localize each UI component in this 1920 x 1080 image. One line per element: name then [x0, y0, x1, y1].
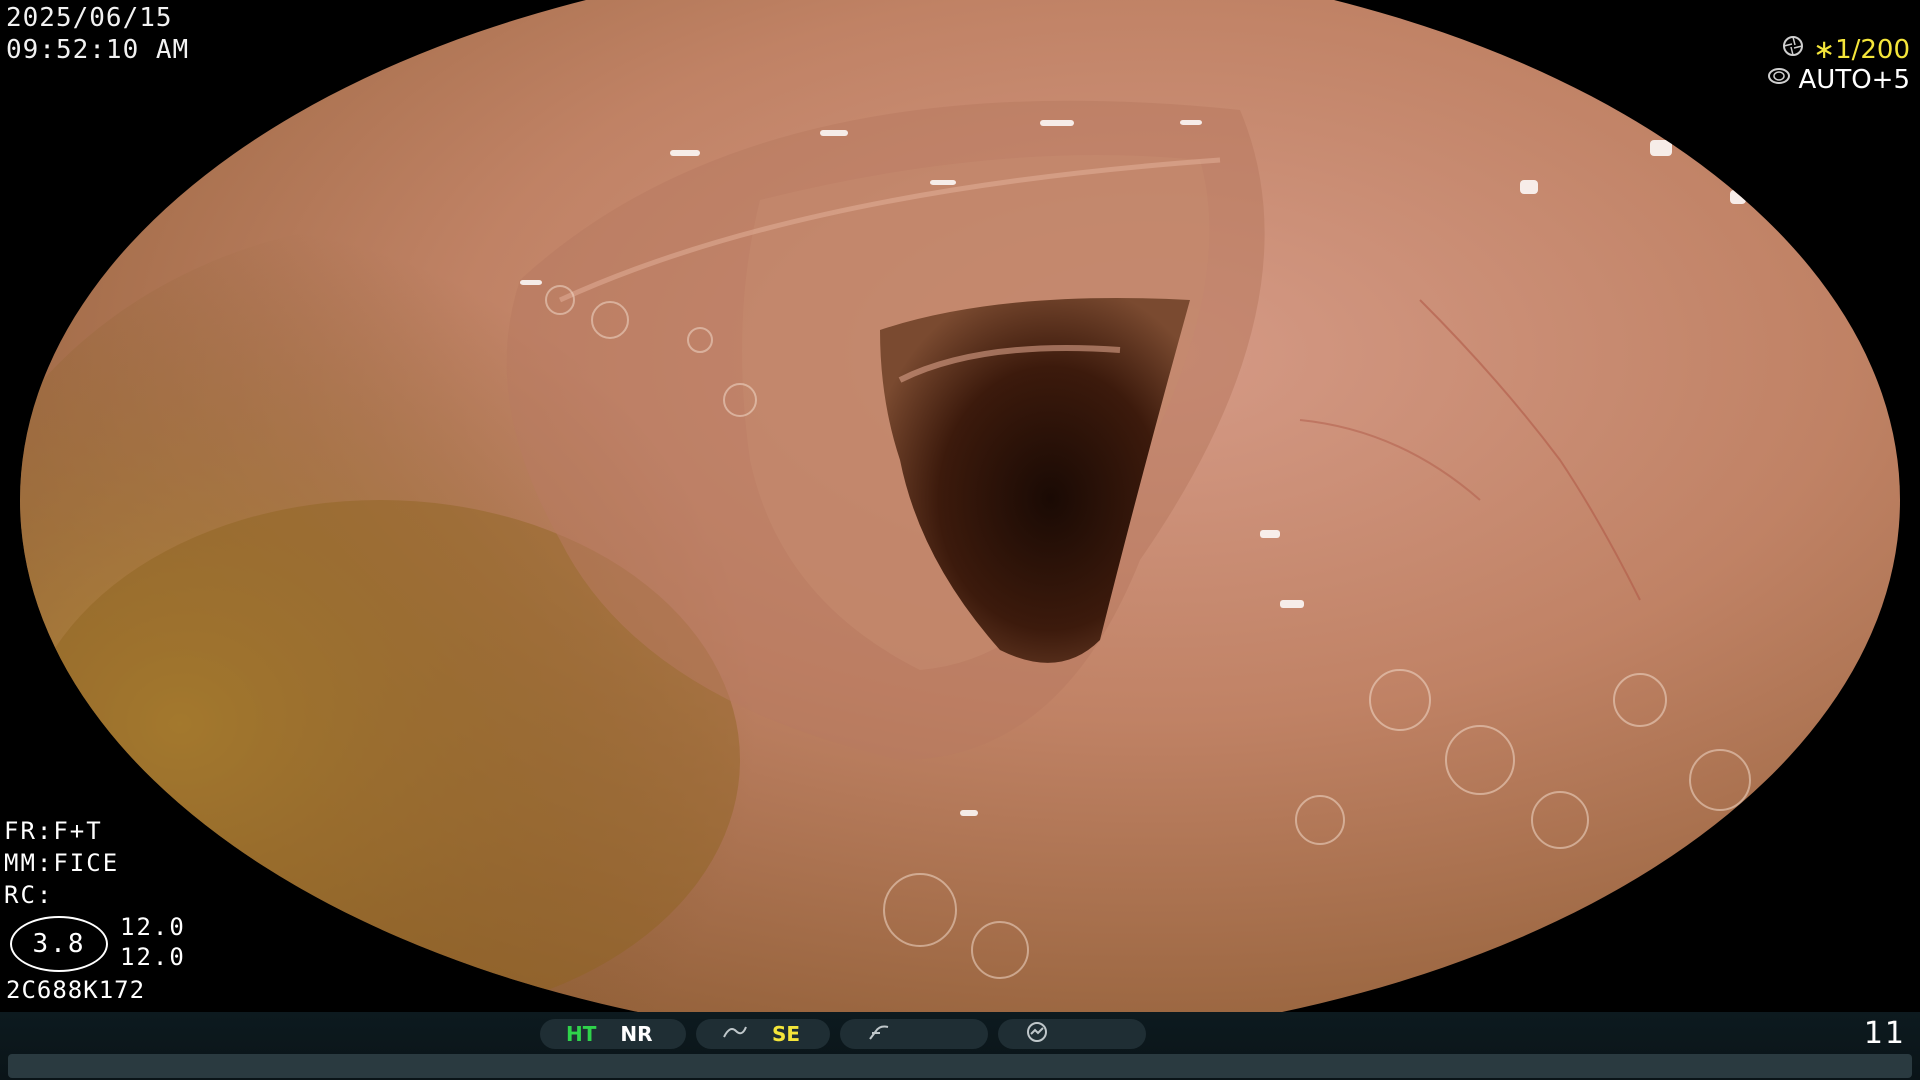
iris-icon	[1767, 64, 1791, 96]
scope-serial: 2C688K172	[6, 976, 146, 1004]
se-pill: SE	[696, 1019, 830, 1049]
slash-curve-icon	[866, 1022, 892, 1046]
shutter-value: ∗1/200	[1813, 35, 1910, 65]
shutter-readout: ∗1/200	[1781, 34, 1910, 66]
shutter-icon	[1781, 34, 1805, 66]
gauge-pill	[998, 1019, 1146, 1049]
endoscopy-screen: 2025/06/15 09:52:10 AM ∗1/200 AUTO+5 FR:…	[0, 0, 1920, 1080]
fr-setting: FR:F+T	[4, 817, 103, 845]
endoscopic-image	[20, 0, 1900, 1012]
date-readout: 2025/06/15	[6, 3, 173, 33]
ht-label: HT	[566, 1022, 597, 1046]
value-b: 12.0	[120, 943, 186, 971]
curve-icon	[722, 1022, 748, 1046]
rc-setting: RC:	[4, 881, 54, 909]
oval-value-badge: 3.8	[10, 916, 108, 972]
mm-setting: MM:FICE	[4, 849, 120, 877]
iris-value: AUTO+5	[1798, 65, 1911, 95]
ht-nr-pill: HT NR	[540, 1019, 686, 1049]
time-readout: 09:52:10 AM	[6, 35, 190, 65]
status-track	[8, 1054, 1912, 1078]
nr-label: NR	[620, 1022, 653, 1046]
value-a: 12.0	[120, 913, 186, 941]
gauge-icon	[1024, 1021, 1050, 1048]
oval-value: 3.8	[32, 929, 86, 959]
slash-curve-pill	[840, 1019, 988, 1049]
se-label: SE	[772, 1022, 801, 1046]
frame-number: 11	[1863, 1016, 1906, 1051]
iris-readout: AUTO+5	[1767, 64, 1911, 96]
